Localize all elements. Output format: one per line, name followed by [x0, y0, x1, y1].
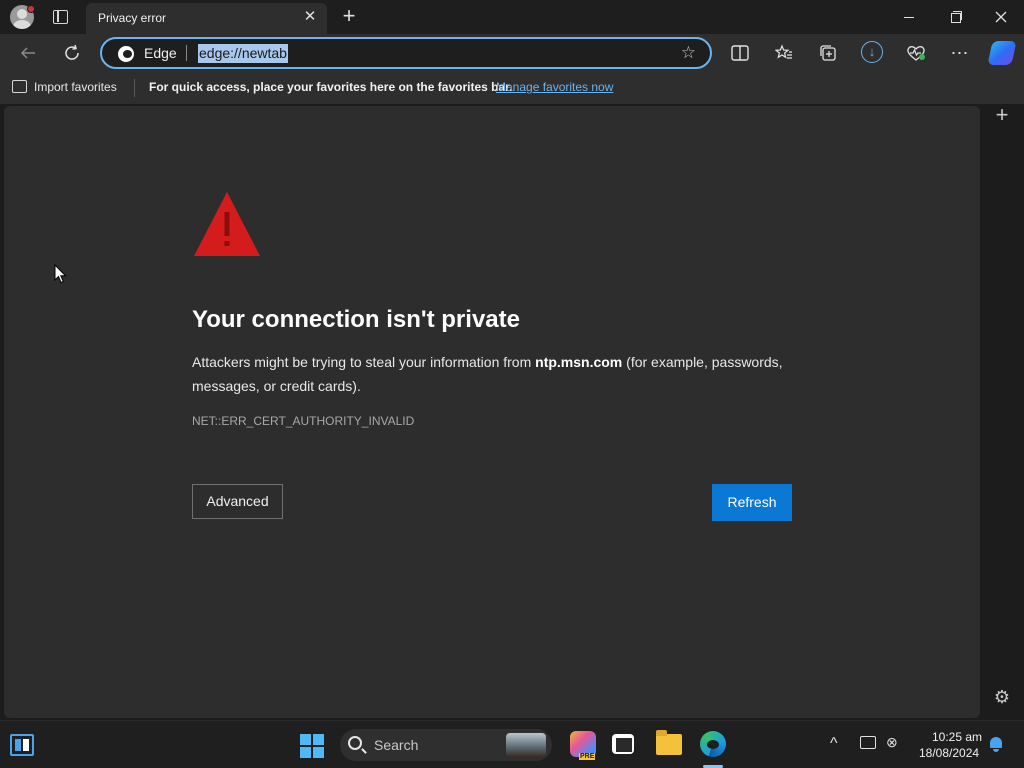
- tab-privacy-error[interactable]: Privacy error ✕: [86, 3, 327, 34]
- more-icon[interactable]: ⋯: [948, 41, 972, 65]
- edge-logo-icon: [118, 46, 134, 62]
- favorites-hint: For quick access, place your favorites h…: [149, 80, 513, 94]
- refresh-page-button[interactable]: Refresh: [712, 484, 792, 521]
- advanced-button[interactable]: Advanced: [192, 484, 283, 519]
- close-window-button[interactable]: [978, 0, 1024, 34]
- copilot-preview-app-icon[interactable]: PRE: [570, 731, 596, 760]
- title-bar: Privacy error ✕ +: [0, 0, 1024, 34]
- toolbar: Edge edge://newtab ☆ ↓ ⋯: [0, 34, 1024, 72]
- mouse-cursor-icon: [54, 264, 67, 284]
- volume-muted-icon[interactable]: ⊗: [886, 734, 898, 751]
- gear-icon[interactable]: ⚙: [991, 686, 1013, 708]
- search-highlight-image: [506, 733, 546, 757]
- split-screen-button[interactable]: [728, 41, 752, 65]
- minimize-button[interactable]: [886, 0, 932, 34]
- notification-bell-icon[interactable]: [989, 737, 1003, 752]
- clock-time[interactable]: 10:25 am: [932, 730, 982, 744]
- performance-button[interactable]: [904, 41, 928, 65]
- collections-button[interactable]: [816, 41, 840, 65]
- manage-favorites-link[interactable]: Manage favorites now: [496, 80, 613, 94]
- tab-actions-icon[interactable]: [52, 9, 68, 25]
- heartbeat-icon: [907, 46, 925, 61]
- split-screen-icon: [731, 45, 749, 61]
- host-name: ntp.msn.com: [535, 354, 623, 370]
- back-button[interactable]: [16, 41, 40, 65]
- restore-button[interactable]: [932, 0, 978, 34]
- network-icon[interactable]: [860, 736, 876, 749]
- tab-title: Privacy error: [98, 11, 167, 25]
- favorites-icon: [774, 44, 792, 59]
- terminal-app-icon[interactable]: [612, 734, 634, 754]
- description-text: Attackers might be trying to steal your …: [192, 354, 536, 370]
- collections-icon: [820, 45, 836, 61]
- new-tab-button[interactable]: +: [338, 5, 360, 27]
- url-text[interactable]: edge://newtab: [198, 44, 288, 63]
- download-icon[interactable]: ↓: [861, 41, 883, 63]
- search-icon: [348, 736, 362, 750]
- sidebar-add-icon[interactable]: +: [991, 104, 1013, 126]
- site-identity-label[interactable]: Edge: [144, 45, 177, 61]
- close-icon: [995, 11, 1007, 23]
- error-description: Attackers might be trying to steal your …: [192, 350, 812, 398]
- error-code: NET::ERR_CERT_AUTHORITY_INVALID: [192, 414, 415, 428]
- refresh-icon: [65, 44, 79, 60]
- start-logo-tile: [313, 734, 324, 745]
- taskbar-search[interactable]: Search: [340, 729, 552, 761]
- start-logo-tile: [300, 747, 311, 758]
- edge-app-icon[interactable]: [700, 731, 726, 757]
- warning-triangle-icon: [194, 192, 260, 256]
- refresh-button[interactable]: [60, 41, 84, 65]
- import-favorites-icon: [12, 80, 27, 93]
- address-bar[interactable]: Edge edge://newtab ☆: [100, 37, 712, 69]
- import-favorites-button[interactable]: Import favorites: [34, 80, 117, 94]
- back-arrow-icon: [20, 47, 35, 59]
- clock-date[interactable]: 18/08/2024: [919, 746, 979, 760]
- preview-badge: PRE: [579, 753, 596, 760]
- file-explorer-icon[interactable]: [656, 730, 682, 755]
- favorites-bar: Import favorites For quick access, place…: [0, 72, 1024, 104]
- favorites-button[interactable]: [772, 41, 796, 65]
- search-placeholder: Search: [374, 737, 419, 753]
- error-page: Your connection isn't private Attackers …: [4, 106, 980, 718]
- address-separator: [186, 45, 187, 61]
- profile-notification-badge: [27, 5, 35, 13]
- favorites-separator: [134, 79, 135, 97]
- close-tab-icon[interactable]: ✕: [301, 8, 319, 26]
- widgets-icon[interactable]: [10, 734, 34, 756]
- start-button[interactable]: [300, 734, 324, 758]
- start-logo-tile: [300, 734, 311, 745]
- page-title: Your connection isn't private: [192, 306, 520, 333]
- chevron-up-icon[interactable]: ^: [830, 735, 838, 753]
- start-logo-tile: [313, 747, 324, 758]
- taskbar: Search PRE ^ ⊗ 10:25 am 18/08/2024: [0, 720, 1024, 768]
- star-icon[interactable]: ☆: [681, 43, 696, 63]
